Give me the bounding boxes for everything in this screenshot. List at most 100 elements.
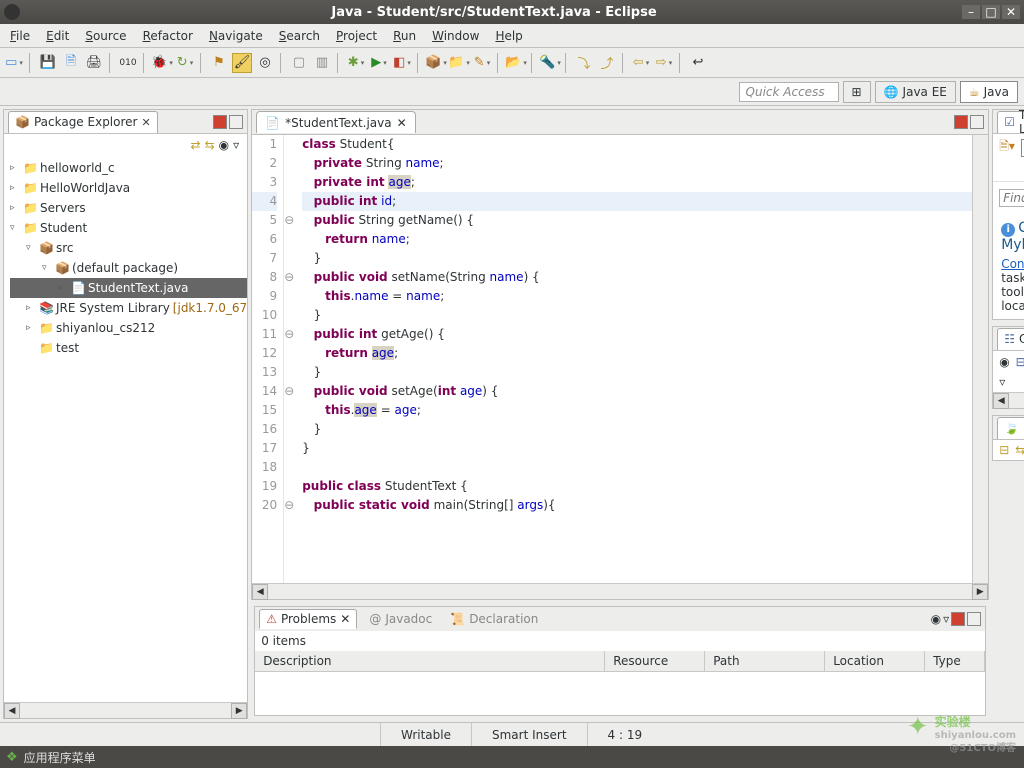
back-button[interactable]: ⇦: [631, 53, 651, 73]
perspective-java[interactable]: ☕Java: [960, 81, 1018, 103]
focus-icon[interactable]: ◉: [999, 355, 1009, 369]
open-perspective-button[interactable]: ⊞: [843, 81, 871, 103]
menu-refactor[interactable]: Refactor: [135, 26, 201, 46]
maximize-view-button[interactable]: [229, 115, 243, 129]
flag-button[interactable]: ⚑: [209, 53, 229, 73]
refresh-button[interactable]: ↻: [175, 53, 195, 73]
package-tree[interactable]: ▹📁helloworld_c▹📁HelloWorldJava▹📁Servers▿…: [4, 156, 247, 702]
find-input[interactable]: [999, 189, 1024, 207]
package-explorer-tab[interactable]: 📦 Package Explorer ✕: [8, 111, 158, 133]
brush-button[interactable]: 🖌: [232, 53, 252, 73]
problems-tab[interactable]: ⚠ Problems ✕: [259, 609, 357, 629]
focus-icon[interactable]: ◉: [931, 612, 941, 626]
next-annotation-button[interactable]: ⤵: [574, 53, 594, 73]
perspective-java-ee[interactable]: 🌐Java EE: [875, 81, 956, 103]
search-button[interactable]: 🔦: [540, 53, 560, 73]
editor-tab-studenttext[interactable]: 📄 *StudentText.java ✕: [256, 111, 415, 133]
menu-search[interactable]: Search: [271, 26, 328, 46]
focus-task-icon[interactable]: ◉: [219, 138, 229, 152]
menu-edit[interactable]: Edit: [38, 26, 77, 46]
view-menu-icon[interactable]: ▿: [233, 138, 239, 152]
tree-item[interactable]: ▹📄StudentText.java: [10, 278, 247, 298]
open-type-button[interactable]: 📂: [506, 53, 526, 73]
menu-project[interactable]: Project: [328, 26, 385, 46]
target-button[interactable]: ◎: [255, 53, 275, 73]
column-header[interactable]: Description: [255, 651, 605, 671]
minimize-view-button[interactable]: [951, 612, 965, 626]
new-button[interactable]: ▭: [4, 53, 24, 73]
outline-tab[interactable]: ☷ Outline ✕: [997, 328, 1024, 350]
column-header[interactable]: Location: [825, 651, 925, 671]
sort-icon[interactable]: ⊟: [1016, 355, 1024, 369]
tree-item[interactable]: ▹📁Servers: [10, 198, 247, 218]
vertical-scrollbar[interactable]: [972, 135, 988, 583]
column-header[interactable]: Type: [925, 651, 985, 671]
tree-item[interactable]: ▹📁helloworld_c: [10, 158, 247, 178]
print-button[interactable]: 🖨: [84, 53, 104, 73]
tree-item[interactable]: 📁test: [10, 338, 247, 358]
minimize-view-button[interactable]: [213, 115, 227, 129]
declaration-tab[interactable]: 📜 Declaration: [444, 610, 544, 628]
binary-button[interactable]: 010: [118, 53, 138, 73]
menu-file[interactable]: File: [2, 26, 38, 46]
tree-item[interactable]: ▿📁Student: [10, 218, 247, 238]
new-package-button[interactable]: 📦: [426, 53, 446, 73]
maximize-button[interactable]: □: [982, 5, 1000, 19]
tree-item[interactable]: ▹📁HelloWorldJava: [10, 178, 247, 198]
scroll-left-button[interactable]: ◀: [993, 393, 1009, 409]
scroll-left-button[interactable]: ◀: [4, 703, 20, 719]
task-list-tab[interactable]: ☑ Task List ✕: [997, 111, 1024, 133]
quick-access-input[interactable]: Quick Access: [739, 82, 839, 102]
link-icon[interactable]: ⇆: [1015, 443, 1024, 457]
bug-run-button[interactable]: ✱: [346, 53, 366, 73]
maximize-view-button[interactable]: [967, 612, 981, 626]
coverage-button[interactable]: ◧: [392, 53, 412, 73]
connect-link[interactable]: Connect: [1001, 257, 1024, 271]
menu-source[interactable]: Source: [77, 26, 134, 46]
spring-icon: 🍃: [1004, 421, 1019, 435]
forward-button[interactable]: ⇨: [654, 53, 674, 73]
javadoc-tab[interactable]: @ Javadoc: [363, 610, 438, 628]
save-all-button[interactable]: 🗎: [61, 53, 81, 73]
scroll-right-button[interactable]: ▶: [972, 584, 988, 600]
run-button[interactable]: ▶: [369, 53, 389, 73]
pin-button[interactable]: ↩: [688, 53, 708, 73]
view-menu-icon[interactable]: ▿: [999, 375, 1005, 389]
column-header[interactable]: Path: [705, 651, 825, 671]
link-editor-icon[interactable]: ⇆: [205, 138, 215, 152]
app-menu-label[interactable]: 应用程序菜单: [24, 749, 96, 766]
debug-button[interactable]: 🐞: [152, 53, 172, 73]
menu-navigate[interactable]: Navigate: [201, 26, 271, 46]
close-button[interactable]: ✕: [1002, 5, 1020, 19]
close-icon[interactable]: ✕: [141, 116, 150, 129]
spring-explorer-tab[interactable]: 🍃 Spring Expl ✕: [997, 417, 1024, 439]
tree-item[interactable]: ▿📦(default package): [10, 258, 247, 278]
collapse-all-icon[interactable]: ⇄: [191, 138, 201, 152]
minimize-editor-button[interactable]: [954, 115, 968, 129]
menu-help[interactable]: Help: [487, 26, 530, 46]
scroll-right-button[interactable]: ▶: [231, 703, 247, 719]
code-editor[interactable]: 1234567891011121314151617181920 ⊖⊖⊖⊖⊖ cl…: [252, 134, 988, 583]
menu-window[interactable]: Window: [424, 26, 487, 46]
tree-item[interactable]: ▹📚JRE System Library [jdk1.7.0_67: [10, 298, 247, 318]
os-taskbar[interactable]: ❖ 应用程序菜单: [0, 746, 1024, 768]
prev-annotation-button[interactable]: ⤴: [597, 53, 617, 73]
geany-icon[interactable]: ❖: [6, 750, 18, 765]
save-button[interactable]: 💾: [38, 53, 58, 73]
column-header[interactable]: Resource: [605, 651, 705, 671]
box1-button[interactable]: ▢: [289, 53, 309, 73]
wand-button[interactable]: ✎: [472, 53, 492, 73]
new-task-icon[interactable]: 🗎▾: [999, 137, 1015, 158]
new-folder-button[interactable]: 📁: [449, 53, 469, 73]
minimize-button[interactable]: –: [962, 5, 980, 19]
box2-button[interactable]: ▥: [312, 53, 332, 73]
scroll-left-button[interactable]: ◀: [252, 584, 268, 600]
close-icon[interactable]: ✕: [340, 612, 350, 626]
collapse-icon[interactable]: ⊟: [999, 443, 1009, 457]
view-menu-icon[interactable]: ▿: [943, 612, 949, 626]
close-icon[interactable]: ✕: [397, 116, 407, 130]
tree-item[interactable]: ▿📦src: [10, 238, 247, 258]
menu-run[interactable]: Run: [385, 26, 424, 46]
tree-item[interactable]: ▹📁shiyanlou_cs212: [10, 318, 247, 338]
maximize-editor-button[interactable]: [970, 115, 984, 129]
